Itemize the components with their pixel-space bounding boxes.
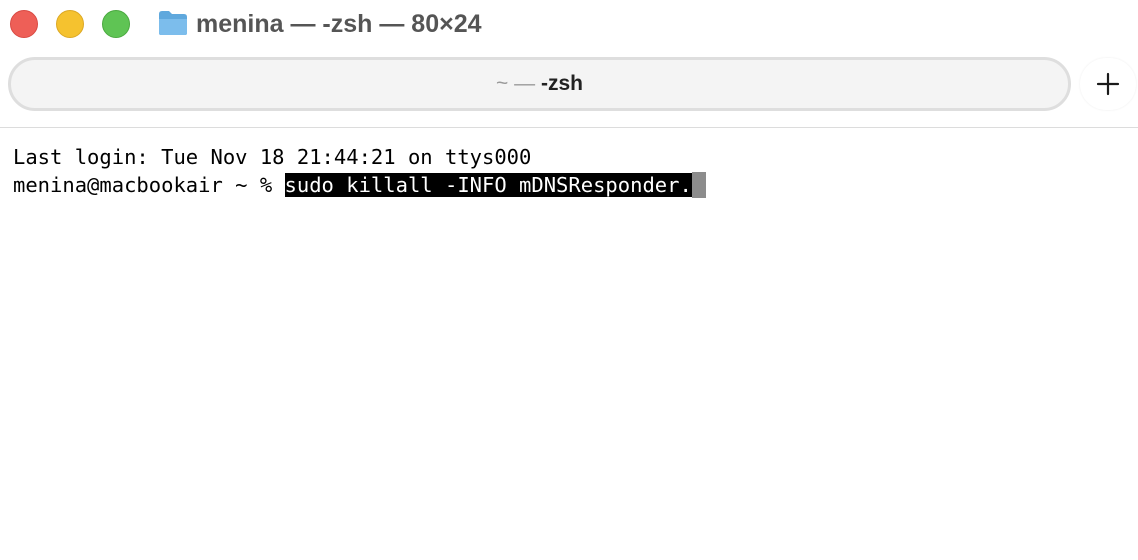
plus-icon	[1096, 72, 1120, 96]
tab-process: -zsh	[540, 72, 583, 95]
tab-zsh[interactable]: ~ — -zsh	[8, 57, 1071, 111]
terminal-output[interactable]: Last login: Tue Nov 18 21:44:21 on ttys0…	[0, 128, 1138, 560]
tab-label: ~ — -zsh	[496, 72, 583, 96]
last-login-line: Last login: Tue Nov 18 21:44:21 on ttys0…	[13, 145, 532, 169]
window-title: menina — -zsh — 80×24	[196, 10, 482, 38]
tab-bar: ~ — -zsh	[0, 50, 1138, 128]
folder-icon	[159, 11, 187, 35]
minimize-button[interactable]	[56, 10, 84, 38]
prompt-line: menina@macbookair ~ % sudo killall -INFO…	[13, 171, 706, 199]
close-button[interactable]	[10, 10, 38, 38]
new-tab-button[interactable]	[1080, 58, 1136, 110]
shell-prompt: menina@macbookair ~ %	[13, 173, 285, 197]
tab-path: ~ —	[496, 72, 541, 95]
selected-command[interactable]: sudo killall -INFO mDNSResponder.	[284, 173, 692, 197]
text-cursor	[691, 172, 706, 198]
zoom-button[interactable]	[102, 10, 130, 38]
title-bar[interactable]: menina — -zsh — 80×24	[0, 0, 1138, 50]
terminal-window: menina — -zsh — 80×24 ~ — -zsh Last logi…	[0, 0, 1138, 560]
